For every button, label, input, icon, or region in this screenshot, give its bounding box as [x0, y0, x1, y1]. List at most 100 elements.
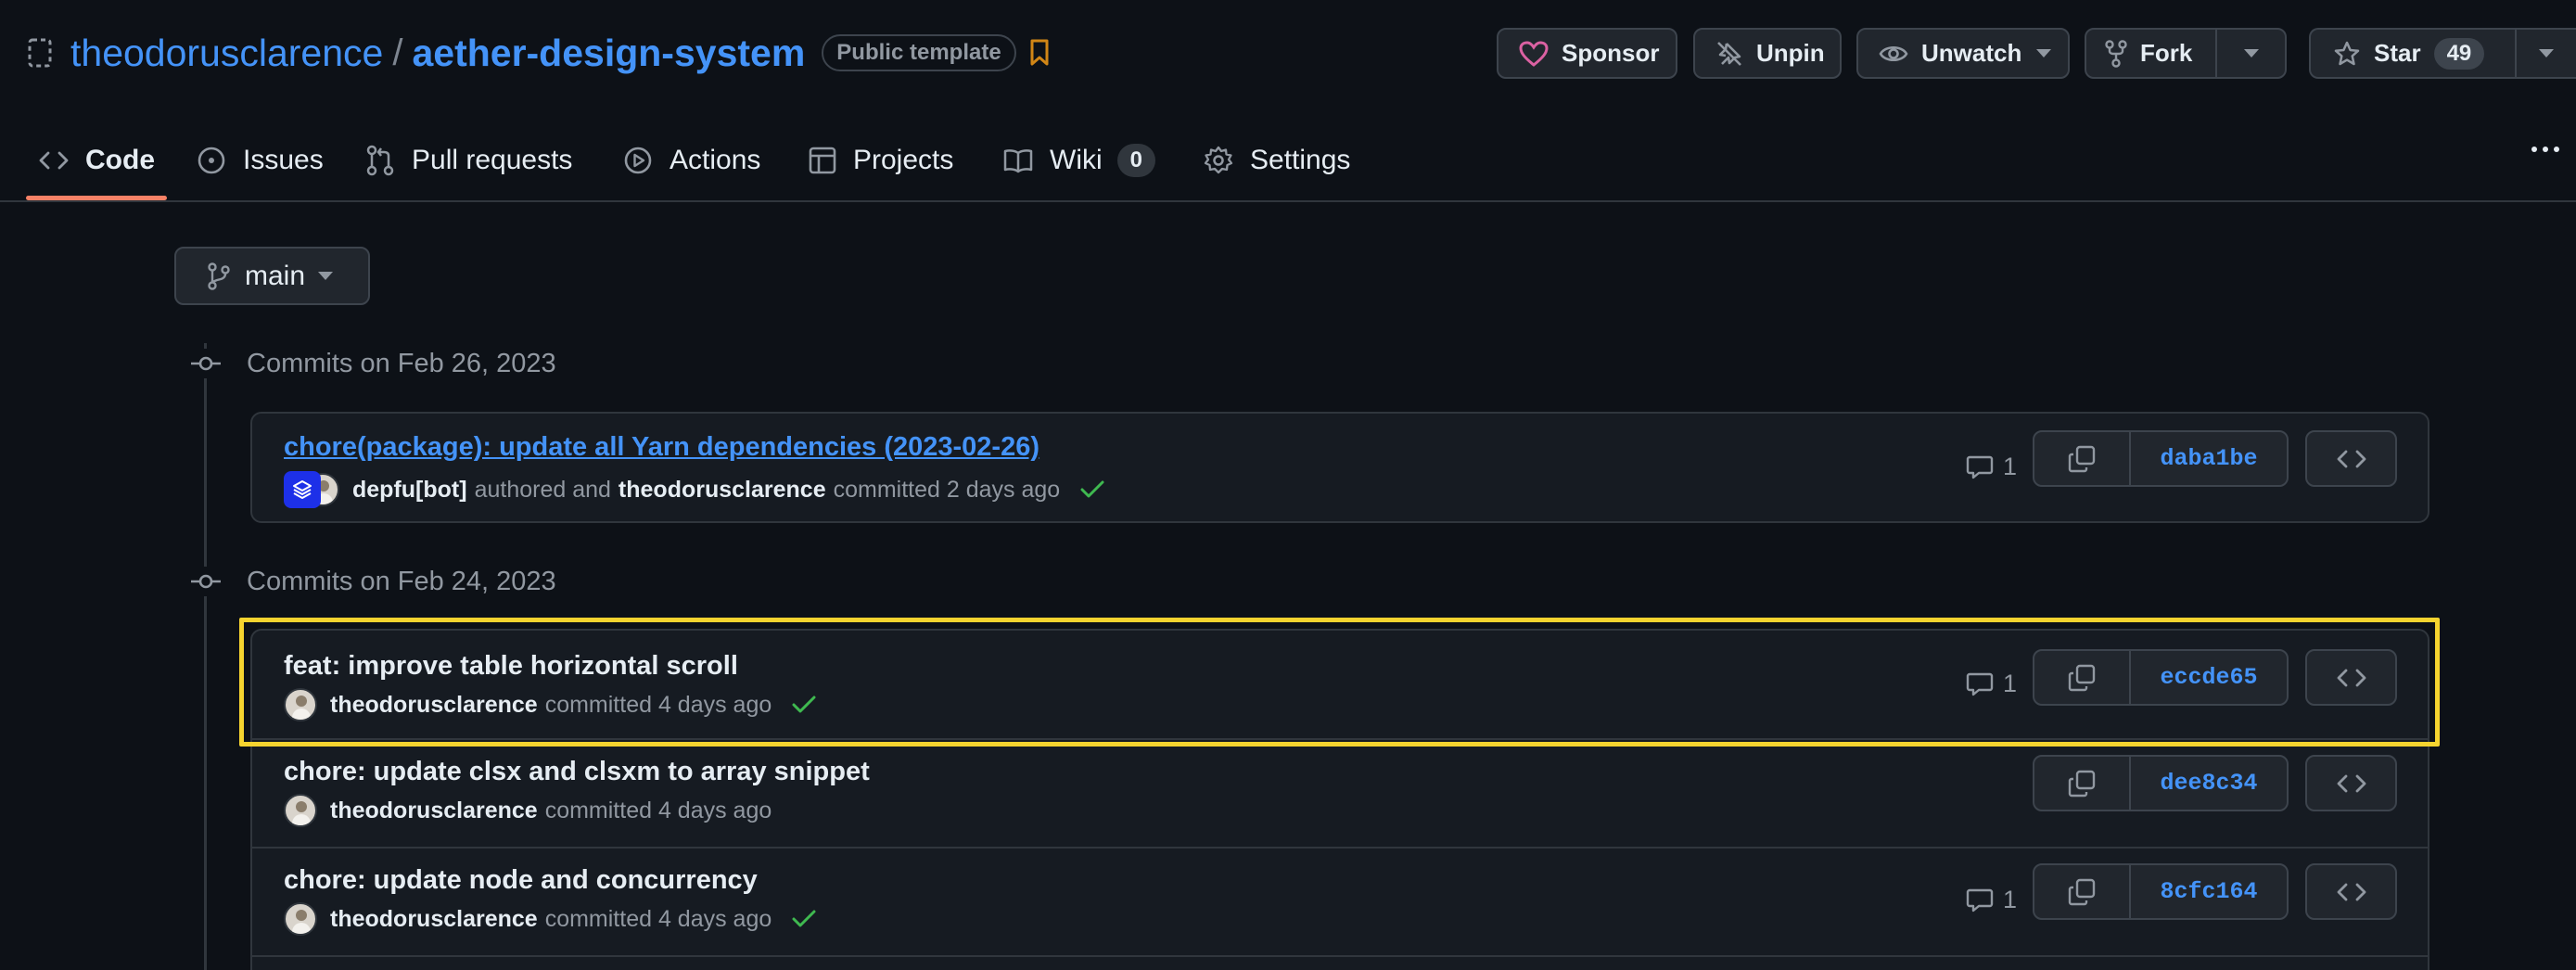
avatar-stack	[284, 471, 339, 508]
repo-nav: Code Issues Pull requests Actions Projec…	[0, 119, 2576, 202]
commit-author-link[interactable]: depfu[bot]	[352, 477, 467, 504]
branch-icon	[208, 262, 230, 290]
comment-count-value: 1	[2003, 453, 2018, 480]
commit-committer-link[interactable]: theodorusclarence	[618, 477, 826, 504]
tab-pull-requests[interactable]: Pull requests	[365, 119, 572, 202]
star-label: Star	[2374, 39, 2421, 67]
star-icon	[2334, 41, 2360, 65]
pin-slash-icon	[1717, 41, 1741, 66]
commit-node-icon	[191, 349, 221, 378]
commit-group-date: Commits on Feb 26, 2023	[247, 348, 556, 378]
chevron-down-icon	[2243, 49, 2259, 57]
commit-group-heading: Commits on Feb 24, 2023	[191, 563, 556, 600]
fork-icon	[2105, 39, 2127, 68]
commit-row: chore: update node and concurrency theod…	[252, 849, 2428, 955]
sponsor-label: Sponsor	[1562, 39, 1660, 67]
gear-icon	[1204, 146, 1233, 174]
avatar[interactable]	[284, 794, 317, 827]
tab-projects-label: Projects	[853, 145, 954, 175]
comment-icon	[1966, 455, 1994, 479]
copy-sha-button[interactable]	[2034, 432, 2131, 485]
unpin-button[interactable]: Unpin	[1693, 28, 1842, 79]
tab-projects[interactable]: Projects	[809, 119, 953, 202]
browse-repo-button[interactable]	[2305, 863, 2397, 920]
comment-icon	[1966, 888, 1994, 912]
row-divider	[252, 955, 2428, 957]
book-icon	[1003, 149, 1033, 173]
layers-icon	[293, 480, 312, 499]
commit-sha-link[interactable]: dee8c34	[2131, 757, 2287, 810]
fork-button[interactable]: Fork	[2086, 30, 2215, 77]
active-tab-indicator	[26, 196, 167, 200]
copy-sha-button[interactable]	[2034, 865, 2131, 918]
authored-text: authored and	[474, 476, 611, 503]
commit-group-date: Commits on Feb 24, 2023	[247, 566, 556, 596]
commit-sha-link[interactable]: daba1be	[2131, 432, 2287, 485]
chevron-down-icon	[318, 272, 334, 280]
commit-title-link[interactable]: chore(package): update all Yarn dependen…	[284, 432, 1039, 463]
avatar[interactable]	[284, 902, 317, 936]
tab-actions[interactable]: Actions	[623, 119, 760, 202]
commit-committer-link[interactable]: theodorusclarence	[330, 798, 538, 824]
eye-icon	[1879, 45, 1908, 61]
comment-count-value: 1	[2003, 886, 2018, 913]
repo-name-link[interactable]: aether-design-system	[412, 32, 805, 75]
copy-icon	[2068, 878, 2096, 905]
commit-committer-link[interactable]: theodorusclarence	[330, 906, 538, 933]
copy-sha-button[interactable]	[2034, 757, 2131, 810]
check-icon[interactable]	[792, 910, 816, 928]
commit-node-icon	[191, 567, 221, 596]
branch-select-button[interactable]: main	[174, 247, 370, 305]
browse-repo-button[interactable]	[2305, 755, 2397, 811]
tab-settings[interactable]: Settings	[1204, 119, 1350, 202]
template-repo-icon	[28, 38, 52, 68]
tab-issues-label: Issues	[243, 145, 324, 175]
tab-actions-label: Actions	[670, 145, 761, 175]
chevron-down-icon	[2539, 49, 2555, 57]
tab-wiki[interactable]: Wiki 0	[1003, 119, 1156, 202]
comment-count[interactable]: 1	[1966, 453, 2017, 481]
commit-meta: theodorusclarence committed 4 days ago	[284, 794, 779, 827]
commit-title-link[interactable]: chore: update clsx and clsxm to array sn…	[284, 757, 870, 787]
issue-icon	[198, 147, 225, 174]
copy-icon	[2068, 770, 2096, 797]
unwatch-button[interactable]: Unwatch	[1856, 28, 2070, 79]
commit-title-link[interactable]: chore: update node and concurrency	[284, 865, 758, 896]
tab-issues[interactable]: Issues	[197, 119, 324, 202]
branch-name: main	[245, 260, 306, 291]
commit-sha-group: daba1be	[2033, 430, 2289, 487]
star-count: 49	[2433, 37, 2485, 70]
pull-request-icon	[366, 145, 394, 176]
commit-time: committed 4 days ago	[544, 797, 772, 823]
repo-owner-link[interactable]: theodorusclarence	[70, 32, 383, 75]
fork-label: Fork	[2140, 39, 2193, 67]
check-icon[interactable]	[1080, 480, 1104, 499]
code-icon	[2337, 450, 2366, 467]
wiki-count-badge: 0	[1116, 144, 1156, 177]
repo-title: theodorusclarence / aether-design-system…	[28, 28, 1050, 78]
depfu-bot-avatar[interactable]	[284, 471, 321, 508]
bookmark-icon[interactable]	[1029, 39, 1050, 67]
timeline-line	[204, 343, 207, 970]
more-options-icon[interactable]	[2531, 147, 2559, 152]
commit-meta: depfu[bot] authored and theodorusclarenc…	[284, 471, 1104, 508]
star-dropdown-button[interactable]	[2515, 30, 2576, 77]
fork-dropdown-button[interactable]	[2215, 30, 2285, 77]
sponsor-button[interactable]: Sponsor	[1497, 28, 1677, 79]
code-icon	[39, 151, 69, 170]
comment-count[interactable]: 1	[1966, 886, 2017, 914]
chevron-down-icon	[2036, 49, 2052, 57]
star-button[interactable]: Star 49	[2311, 30, 2515, 77]
tab-wiki-label: Wiki	[1050, 145, 1103, 175]
fork-button-group: Fork	[2085, 28, 2287, 79]
commit-time: committed 2 days ago	[833, 476, 1061, 503]
commit-sha-group: dee8c34	[2033, 755, 2289, 811]
table-icon	[809, 147, 836, 174]
tab-code[interactable]: Code	[39, 119, 155, 202]
heart-icon	[1519, 40, 1549, 67]
unwatch-label: Unwatch	[1921, 39, 2022, 67]
commit-sha-link[interactable]: 8cfc164	[2131, 865, 2287, 918]
unpin-label: Unpin	[1756, 39, 1825, 67]
commit-time: committed 4 days ago	[544, 905, 772, 932]
browse-repo-button[interactable]	[2305, 430, 2397, 487]
